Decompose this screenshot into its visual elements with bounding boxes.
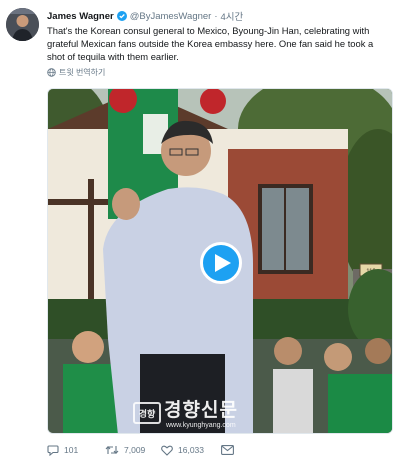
- retweet-button[interactable]: 7,009: [105, 445, 161, 455]
- timestamp[interactable]: 4시간: [221, 9, 244, 23]
- watermark: 경향 경향신문 www.kyunghyang.com: [133, 401, 238, 430]
- verified-badge-icon: [116, 11, 127, 21]
- globe-icon: [47, 67, 56, 77]
- reply-icon: [47, 444, 59, 456]
- heart-icon: [161, 445, 173, 456]
- play-icon: [214, 254, 231, 272]
- tweet: James Wagner @ByJamesWagner · 4시간 That's…: [0, 0, 400, 459]
- tweet-actions: 101 7,009 16,033: [47, 443, 239, 457]
- watermark-name: 경향신문: [164, 400, 238, 421]
- like-count: 16,033: [178, 445, 204, 455]
- avatar[interactable]: [6, 8, 39, 41]
- watermark-logo: 경향: [133, 402, 161, 424]
- author-name[interactable]: James Wagner: [47, 11, 114, 22]
- direct-message-button[interactable]: [221, 445, 239, 455]
- watermark-url: www.kyunghyang.com: [166, 422, 236, 429]
- reply-button[interactable]: 101: [47, 444, 105, 456]
- tweet-header: James Wagner @ByJamesWagner · 4시간: [47, 8, 243, 24]
- tweet-text: That's the Korean consul general to Mexi…: [47, 25, 374, 63]
- reply-count: 101: [64, 445, 79, 455]
- like-button[interactable]: 16,033: [161, 445, 221, 456]
- envelope-icon: [221, 445, 234, 455]
- video-player[interactable]: 110: [47, 88, 393, 434]
- translate-tweet-link[interactable]: 트윗 번역하기: [47, 66, 105, 78]
- retweet-icon: [105, 445, 119, 455]
- play-button[interactable]: [200, 242, 242, 284]
- translate-label: 트윗 번역하기: [59, 67, 106, 77]
- retweet-count: 7,009: [124, 445, 146, 455]
- author-handle[interactable]: @ByJamesWagner: [130, 11, 212, 22]
- separator: ·: [214, 10, 218, 22]
